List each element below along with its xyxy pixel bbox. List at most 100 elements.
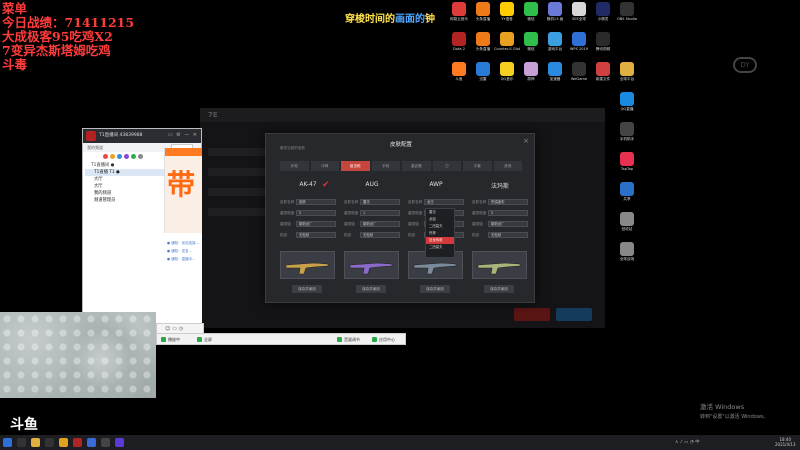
app-icon (620, 2, 634, 16)
desktop-icon[interactable]: QQ直播 (614, 92, 640, 111)
desktop-icon-label: 迅雷 (479, 77, 487, 81)
save-and-use-button[interactable]: 保存并使用 (356, 285, 386, 293)
desktop-icon[interactable]: 手机助手 (614, 122, 640, 141)
dropdown-option[interactable]: 二西莫夫 (426, 223, 454, 230)
desktop-icon[interactable]: 微信 (518, 32, 544, 51)
field-select[interactable]: 无贴纸 (296, 232, 336, 238)
dropdown-option[interactable]: 龙狙 (426, 216, 454, 223)
status-icon[interactable] (110, 154, 115, 159)
weapon-category-tab[interactable]: 冲锋 (310, 161, 339, 171)
desktop-icon[interactable]: 原神 (518, 62, 544, 81)
desktop-icon[interactable]: WeGame (566, 62, 592, 81)
desktop-icon[interactable]: TapTap (614, 152, 640, 171)
tray-icons[interactable]: ∧ ♪ ▭ ◔ 中 (675, 439, 700, 445)
skin-config-dialog: 皮肤配置 × 服务当前的皮肤 步枪 冲锋 狙击枪 手枪 重武器刀手套 其他 ✔ AK-47… (265, 133, 535, 303)
window-controls[interactable]: ▭ ⚙ — ✕ (168, 132, 198, 138)
background-start-button[interactable] (514, 308, 550, 321)
search-icon[interactable] (17, 438, 26, 447)
desktop-icon[interactable]: 游戏平台 (542, 32, 568, 51)
app-center-label[interactable]: 应用中心 (372, 337, 395, 343)
desktop-icon[interactable]: 共享 (614, 182, 640, 201)
desktop-icon[interactable]: 斗鱼 (446, 62, 472, 81)
field-select[interactable]: 皮肤 (296, 199, 336, 205)
start-icon[interactable] (3, 438, 12, 447)
app-icon[interactable] (87, 438, 96, 447)
desktop-icon[interactable]: 小精灵 (590, 2, 616, 21)
app-icon (572, 32, 586, 46)
desktop-icon[interactable]: 全球平台 (614, 62, 640, 81)
field-select[interactable]: 龙王 (424, 199, 464, 205)
save-and-use-button[interactable]: 保存并使用 (420, 285, 450, 293)
taskview-icon[interactable] (45, 438, 54, 447)
volume-label[interactable]: 音量调节 (337, 337, 360, 343)
weapon-category-tab[interactable]: 手套 (463, 161, 492, 171)
app-icon (548, 62, 562, 76)
background-action-button[interactable] (556, 308, 592, 321)
fullscreen-text: 全屏 (204, 337, 212, 342)
tab-my-channel[interactable]: 我的频道 (87, 145, 103, 151)
play-status-label[interactable]: 播放中 (161, 337, 180, 343)
dropdown-option[interactable]: 二西莫夫 (426, 244, 454, 251)
explorer-icon[interactable] (31, 438, 40, 447)
desktop-icon[interactable]: Dota 2 (446, 32, 472, 51)
field-select[interactable]: 雷击 (360, 199, 400, 205)
volume-text: 音量调节 (344, 337, 360, 342)
dropdown-option[interactable]: 巨龙传说 (426, 237, 454, 244)
desktop-icon[interactable]: QQ音乐 (494, 62, 520, 81)
app-icon[interactable] (73, 438, 82, 447)
status-icon[interactable] (117, 154, 122, 159)
status-icon[interactable] (124, 154, 129, 159)
desktop-icon[interactable]: 迅雷 (470, 62, 496, 81)
field-select[interactable]: 5 (488, 210, 528, 216)
dropdown-option[interactable]: 死神 (426, 230, 454, 237)
desktop-icon[interactable]: 全球战场 (614, 242, 640, 261)
field-select[interactable]: 崭新出厂 (296, 221, 336, 227)
desktop-icon[interactable]: Counter-S Global Off (494, 32, 520, 51)
desktop-icon[interactable]: 腾讯视频 (590, 32, 616, 51)
field-select[interactable]: 崭新出厂 (488, 221, 528, 227)
app-icon[interactable] (59, 438, 68, 447)
field-label: 磨损程度 (344, 211, 359, 215)
dialog-subtitle: 服务当前的皮肤 (280, 146, 306, 150)
desktop-icon[interactable]: 新建文件 (590, 62, 616, 81)
app-icon[interactable] (101, 438, 110, 447)
clock[interactable]: 18:40 2021/4/13 (775, 437, 796, 447)
app-icon[interactable] (115, 438, 124, 447)
desktop-icon[interactable]: SEE全球 (566, 2, 592, 21)
desktop-icon-label: 原神 (527, 77, 535, 81)
weapon-category-tab[interactable]: 其他 (493, 161, 522, 171)
field-select[interactable]: 5 (296, 210, 336, 216)
toolbar-icons[interactable]: ☺▭◷ (165, 326, 185, 332)
desktop-icon[interactable] (614, 32, 640, 47)
dropdown-option[interactable]: 雷击 (426, 209, 454, 216)
desktop-icon[interactable]: 回收站 (614, 212, 640, 231)
weapon-category-tab[interactable]: 刀 (432, 161, 461, 171)
desktop-icon[interactable]: 头条直播 (470, 32, 496, 51)
weapon-category-tab[interactable]: 步枪 (280, 161, 309, 171)
desktop-icon-label: QQ直播 (620, 107, 634, 111)
desktop-icon[interactable]: WPS 2019 (566, 32, 592, 51)
save-and-use-button[interactable]: 保存并使用 (292, 285, 322, 293)
fullscreen-label[interactable]: 全屏 (197, 337, 212, 343)
field-select[interactable]: 无贴纸 (360, 232, 400, 238)
desktop-icon[interactable]: OBS Studio (614, 2, 640, 21)
status-icon[interactable] (103, 154, 108, 159)
desktop-icon[interactable]: 头条直播 (470, 2, 496, 21)
field-select[interactable]: 崭新出厂 (360, 221, 400, 227)
weapon-category-tab[interactable]: 狙击枪 (341, 161, 370, 171)
status-icon[interactable] (138, 154, 143, 159)
weapon-category-tab[interactable]: 重武器 (402, 161, 431, 171)
status-icon[interactable] (131, 154, 136, 159)
app-icon (572, 2, 586, 16)
field-select[interactable]: 荒漠迷彩 (488, 199, 528, 205)
save-and-use-button[interactable]: 保存并使用 (484, 285, 514, 293)
desktop-icon[interactable]: 随机13 画 (542, 2, 568, 21)
weapon-category-tab[interactable]: 手枪 (371, 161, 400, 171)
desktop-icon[interactable]: YY语音 (494, 2, 520, 21)
desktop-icon[interactable]: 加速器 (542, 62, 568, 81)
field-select[interactable]: 无贴纸 (488, 232, 528, 238)
desktop-icon[interactable]: 微信 (518, 2, 544, 21)
close-icon[interactable]: × (523, 137, 529, 145)
desktop-icon[interactable]: 网易云音乐 (446, 2, 472, 21)
field-select[interactable]: 1 (360, 210, 400, 216)
